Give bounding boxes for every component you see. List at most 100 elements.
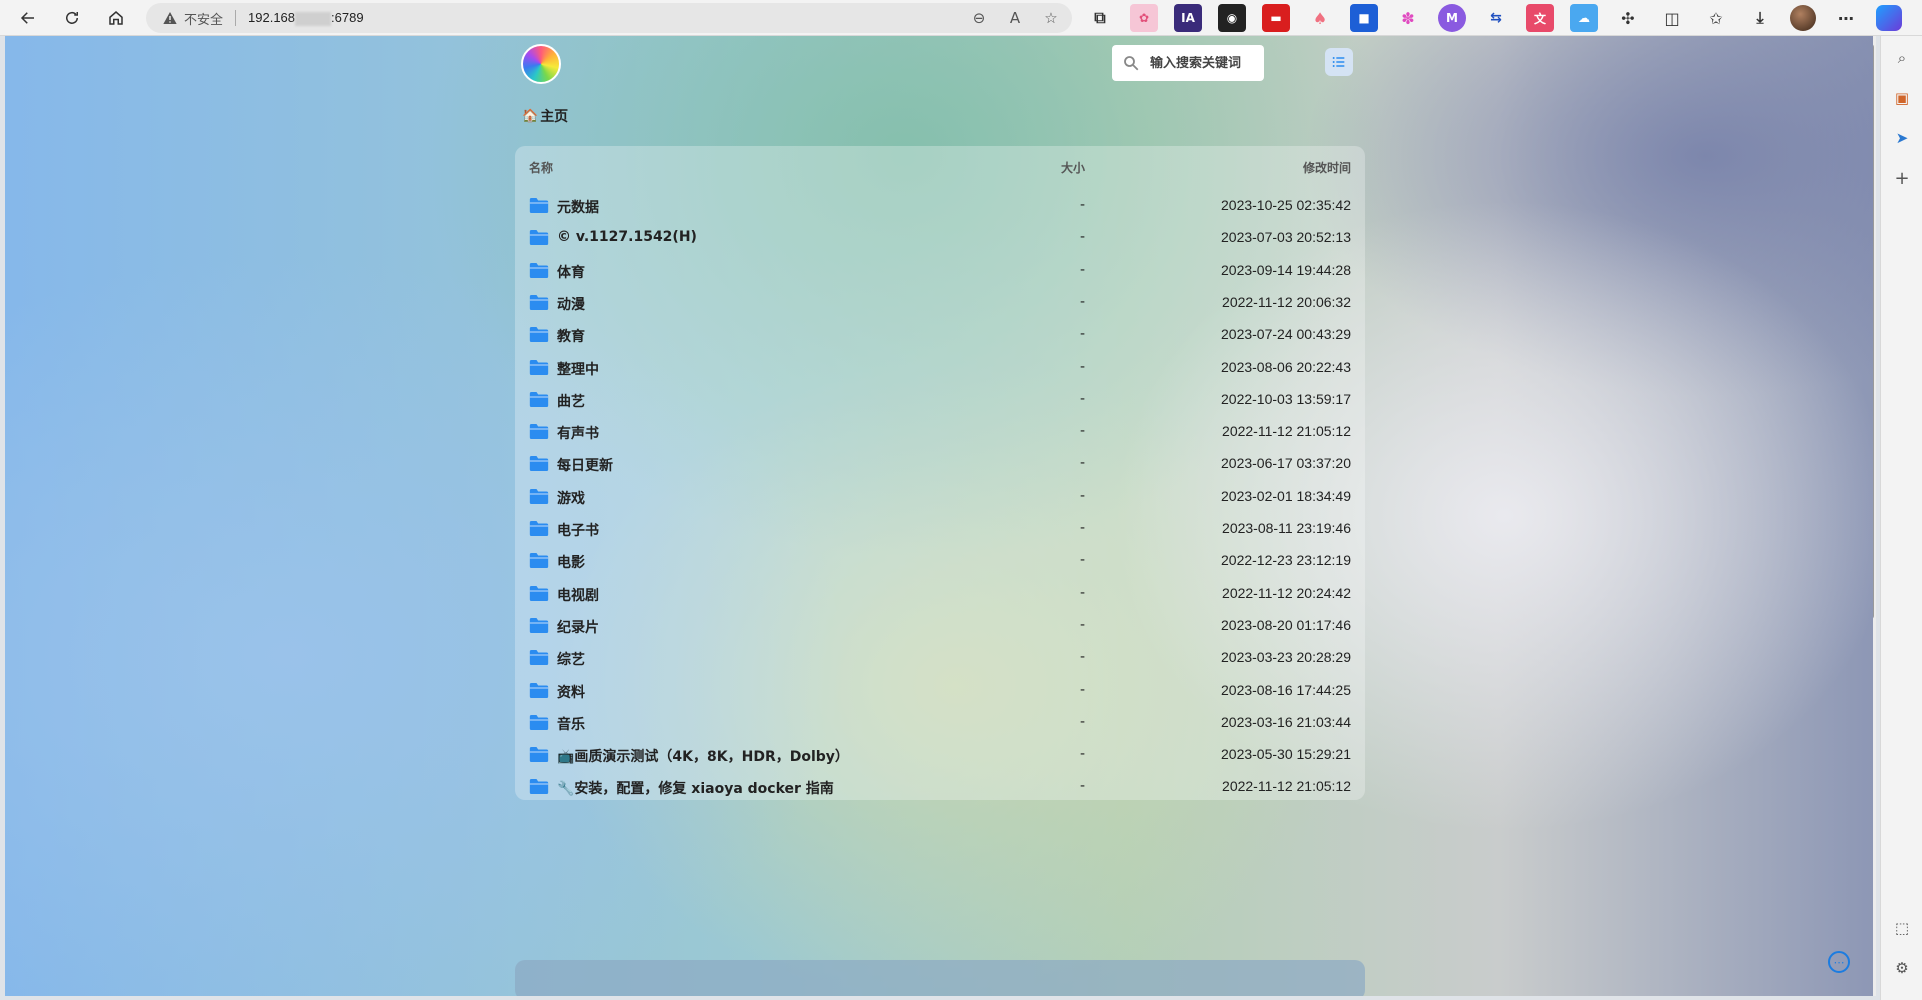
table-row[interactable]: 🔧安装，配置，修复 xiaoya docker 指南 - 2022-11-12 21… [515, 767, 1365, 807]
row-size: - [1079, 326, 1085, 343]
row-size: - [1079, 681, 1085, 698]
sidebar-search-icon[interactable]: ⌕ [1890, 46, 1914, 70]
search-box[interactable] [1112, 45, 1264, 81]
row-name[interactable]: © v.1127.1542(H) [557, 229, 697, 245]
page-viewport: 🏠 主页 名称 大小 修改时间 元数据 - 2023-10-25 02:35:42 ©… [5, 36, 1873, 996]
extension-mask-icon[interactable]: ◉ [1218, 4, 1246, 32]
extension-pink-icon[interactable]: ✿ [1130, 4, 1158, 32]
url-suffix: :6789 [331, 10, 364, 26]
sidebar-settings-icon[interactable]: ⚙ [1890, 956, 1914, 980]
row-name[interactable]: 整理中 [557, 359, 599, 379]
search-input[interactable] [1150, 55, 1260, 71]
row-name[interactable]: 📺画质演示测试（4K，8K，HDR，Dolby） [557, 746, 849, 766]
row-modified: 2023-10-25 02:35:42 [1221, 197, 1351, 213]
row-size: - [1079, 455, 1085, 472]
address-bar[interactable]: 不安全 192.168:6789 ⊖ A ☆ [146, 3, 1072, 33]
folder-icon [529, 521, 549, 536]
read-aloud-icon[interactable]: A [1004, 7, 1026, 29]
url-divider [235, 10, 237, 26]
sidebar-tools-icon[interactable]: ▣ [1890, 86, 1914, 110]
folder-icon [529, 747, 549, 763]
header-name[interactable]: 名称 [529, 159, 553, 176]
favorite-star-icon[interactable]: ☆ [1040, 7, 1062, 29]
row-size: - [1079, 649, 1085, 666]
row-name[interactable]: 元数据 [557, 197, 599, 217]
row-modified: 2023-03-16 21:03:44 [1221, 713, 1351, 730]
row-size: - [1079, 713, 1085, 730]
header-modified[interactable]: 修改时间 [1303, 159, 1351, 176]
row-name[interactable]: 资料 [557, 682, 585, 702]
row-name[interactable]: 曲艺 [557, 391, 585, 411]
back-icon[interactable] [14, 4, 42, 32]
extension-arrows-icon[interactable]: ⇆ [1482, 4, 1510, 32]
breadcrumb-home[interactable]: 主页 [540, 106, 568, 126]
row-name[interactable]: 每日更新 [557, 455, 613, 475]
collections-icon[interactable]: ⧉ [1086, 4, 1114, 32]
row-size: - [1079, 746, 1085, 763]
row-name[interactable]: 电子书 [557, 520, 599, 540]
site-logo[interactable] [521, 44, 561, 84]
extension-ia-icon[interactable]: IA [1174, 4, 1202, 32]
row-name[interactable]: 动漫 [557, 294, 585, 314]
sidebar-add-icon[interactable]: + [1890, 166, 1914, 190]
row-size: - [1079, 293, 1085, 310]
row-name[interactable]: 纪录片 [557, 617, 599, 637]
row-name[interactable]: 教育 [557, 326, 585, 346]
row-name[interactable]: 🔧安装，配置，修复 xiaoya docker 指南 [557, 778, 834, 798]
refresh-icon[interactable] [58, 4, 86, 32]
extension-cloud-icon[interactable]: ☁ [1570, 4, 1598, 32]
row-size: - [1079, 520, 1085, 536]
folder-icon [529, 424, 549, 440]
list-menu-button[interactable] [1325, 48, 1353, 76]
extensions-puzzle-icon[interactable]: ✣ [1614, 4, 1642, 32]
extension-red-icon[interactable]: ▬ [1262, 4, 1290, 32]
row-size: - [1079, 423, 1085, 440]
folder-icon [529, 456, 549, 472]
row-name[interactable]: 音乐 [557, 714, 585, 734]
sidebar-send-icon[interactable]: ➤ [1890, 126, 1914, 150]
downloads-icon[interactable]: ⤓ [1746, 4, 1774, 32]
row-modified: 2023-03-23 20:28:29 [1221, 649, 1351, 666]
folder-icon [529, 391, 549, 407]
folder-icon [529, 617, 549, 633]
favorites-icon[interactable]: ✩ [1702, 4, 1730, 32]
extension-m-icon[interactable]: M [1438, 4, 1466, 32]
folder-icon [529, 585, 549, 601]
folder-icon [529, 488, 549, 504]
chat-icon[interactable]: ⋯ [1828, 951, 1850, 973]
row-size: - [1079, 487, 1085, 504]
home-icon[interactable] [102, 4, 130, 32]
edge-sidebar: ⌕ ▣ ➤ + ⬚ ⚙ [1880, 36, 1922, 1000]
more-menu-icon[interactable]: ⋯ [1832, 4, 1860, 32]
row-name[interactable]: 体育 [557, 262, 585, 282]
omnibox-actions: ⊖ A ☆ [968, 7, 1062, 29]
url-text[interactable]: 192.168:6789 [248, 10, 364, 26]
split-screen-icon[interactable]: ◫ [1658, 4, 1686, 32]
house-icon: 🏠 [522, 108, 539, 124]
row-modified: 2023-08-06 20:22:43 [1221, 358, 1351, 375]
extension-blue-square-icon[interactable]: ■ [1350, 4, 1378, 32]
row-modified: 2023-07-03 20:52:13 [1221, 229, 1351, 246]
extension-jellyfish-icon[interactable]: ♠ [1306, 4, 1334, 32]
row-name[interactable]: 有声书 [557, 423, 599, 443]
extension-color-icon[interactable]: ✽ [1394, 4, 1422, 32]
row-modified: 2022-12-23 23:12:19 [1221, 552, 1351, 569]
file-list-header: 名称 大小 修改时间 [515, 146, 1365, 186]
row-name[interactable]: 游戏 [557, 488, 585, 508]
header-size[interactable]: 大小 [1055, 159, 1085, 176]
breadcrumb: 🏠 主页 [522, 106, 568, 126]
row-modified: 2023-08-11 23:19:46 [1222, 520, 1351, 536]
folder-icon [529, 553, 549, 569]
row-name[interactable]: 电视剧 [557, 585, 599, 605]
profile-avatar[interactable] [1790, 5, 1816, 31]
sidebar-screenshot-icon[interactable]: ⬚ [1890, 916, 1914, 940]
readme-card [515, 960, 1365, 996]
zoom-out-icon[interactable]: ⊖ [968, 7, 990, 29]
list-icon [1332, 57, 1345, 67]
row-name[interactable]: 电影 [557, 552, 585, 572]
extension-translate-icon[interactable]: 文 [1526, 4, 1554, 32]
row-name[interactable]: 综艺 [557, 649, 585, 669]
copilot-icon[interactable] [1876, 5, 1902, 31]
row-size: - [1079, 584, 1085, 601]
insecure-label[interactable]: 不安全 [184, 9, 223, 28]
